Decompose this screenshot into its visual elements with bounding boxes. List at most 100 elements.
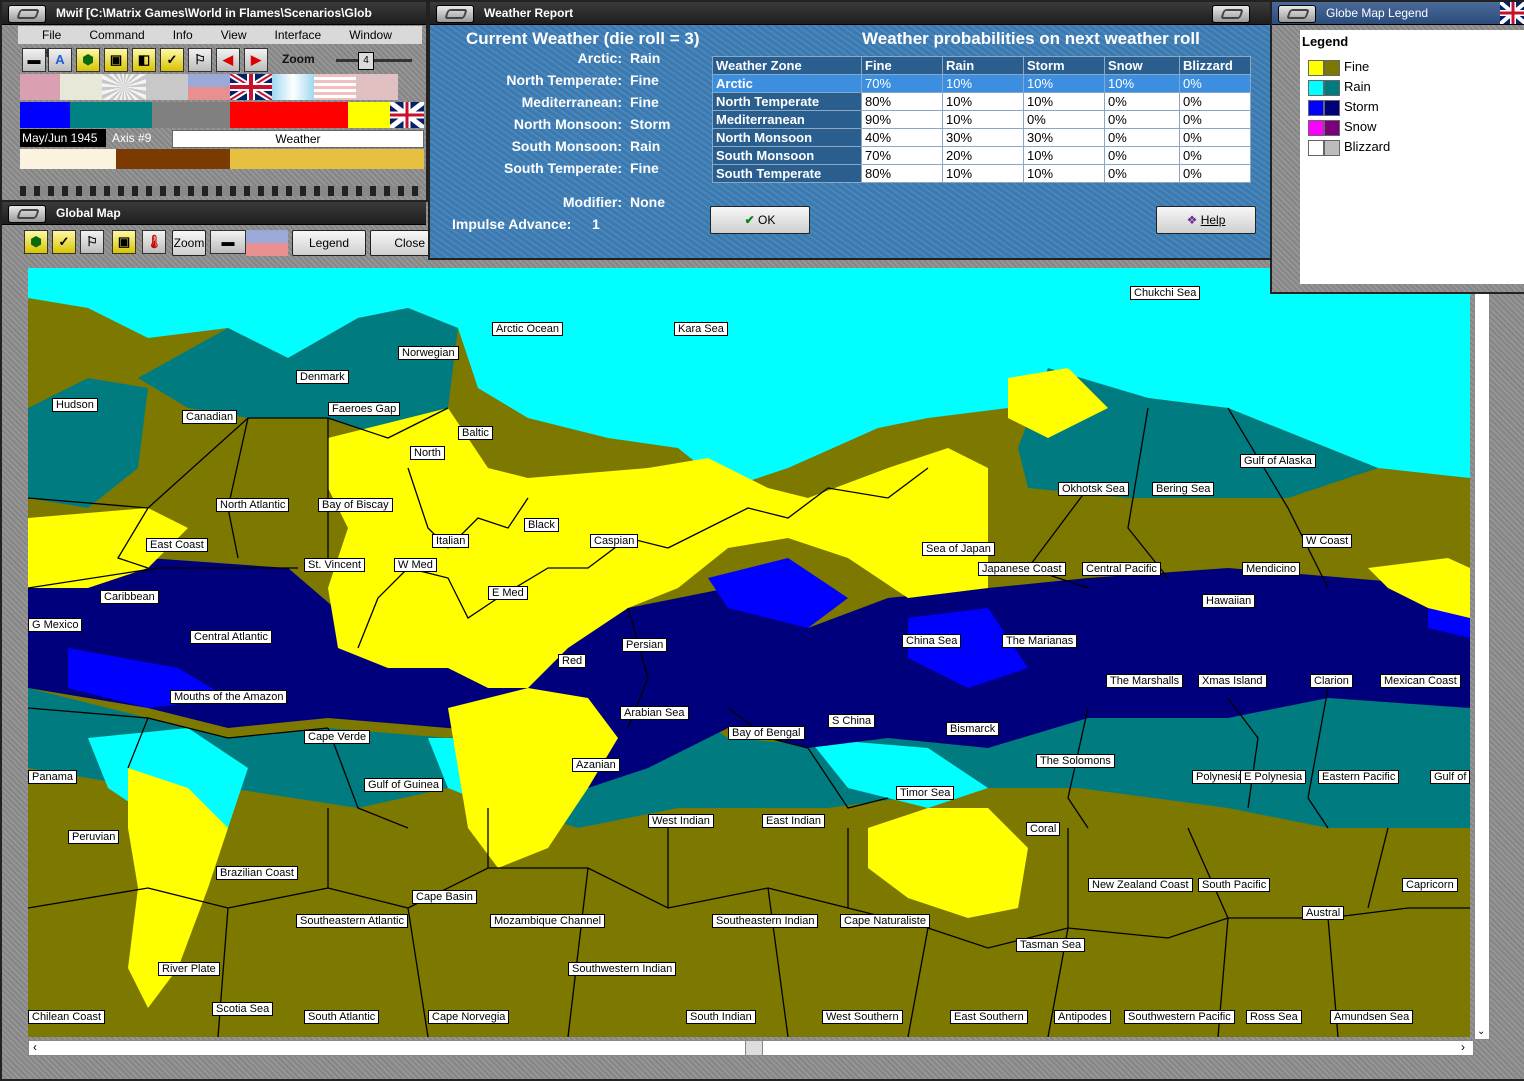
menu-info[interactable]: Info [173,26,193,44]
sea-area-label[interactable]: Central Atlantic [190,630,272,644]
sea-area-label[interactable]: St. Vincent [304,558,365,572]
sea-area-label[interactable]: Central Pacific [1082,562,1161,576]
sea-area-label[interactable]: Amundsen Sea [1330,1010,1414,1024]
flag-china[interactable] [188,74,230,100]
arrow-right-icon[interactable]: ▶ [244,48,268,72]
sea-area-label[interactable]: Xmas Island [1198,674,1267,688]
sea-area-label[interactable]: Chukchi Sea [1130,286,1201,300]
grid-icon[interactable]: ▣ [112,230,136,254]
flag-icon[interactable]: ⚐ [80,230,104,254]
sea-area-label[interactable]: Faeroes Gap [328,402,401,416]
sea-area-label[interactable]: Cape Naturaliste [840,914,930,928]
menu-command[interactable]: Command [89,26,144,44]
sea-area-label[interactable]: Southeastern Atlantic [296,914,408,928]
sea-area-label[interactable]: West Southern [822,1010,903,1024]
mode-display[interactable]: Weather [172,130,424,148]
sea-area-label[interactable]: E Polynesia [1240,770,1307,784]
sea-area-label[interactable]: Mexican Coast [1380,674,1461,688]
weather-icon[interactable]: ✓ [52,230,76,254]
sea-area-label[interactable]: Panama [28,770,77,784]
legend-window-menu-button[interactable] [1278,5,1316,23]
sea-area-label[interactable]: River Plate [158,962,220,976]
sea-area-label[interactable]: G Mexico [28,618,83,632]
sea-area-label[interactable]: Arabian Sea [620,706,689,720]
sea-area-label[interactable]: Norwegian [398,346,459,360]
sea-area-label[interactable]: Hudson [52,398,98,412]
sea-area-label[interactable]: Black [524,518,559,532]
sea-area-label[interactable]: Red [558,654,587,668]
global-map-window-menu-button[interactable] [8,205,46,223]
sea-area-label[interactable]: Eastern Pacific [1318,770,1400,784]
sea-area-label[interactable]: Okhotsk Sea [1058,482,1129,496]
scroll-down-icon[interactable]: ⌄ [1477,1026,1485,1037]
sea-area-label[interactable]: Bay of Biscay [318,498,393,512]
flag-uk-small[interactable] [388,100,426,130]
flag-grey[interactable] [146,74,188,100]
main-window-titlebar[interactable]: Mwif [C:\Matrix Games\World in Flames\Sc… [2,2,426,25]
sea-area-label[interactable]: Gulf of Alaska [1240,454,1316,468]
table-row[interactable]: South Monsoon 70% 20% 10% 0% 0% [712,146,1251,165]
flag-china-filter[interactable] [246,230,288,256]
weather-window-close-button[interactable] [1212,5,1250,23]
sea-area-label[interactable]: Cape Basin [412,890,477,904]
legend-button[interactable]: Legend [292,230,366,256]
sea-area-label[interactable]: E Med [488,586,528,600]
sea-area-label[interactable]: Cape Verde [304,730,371,744]
sea-area-label[interactable]: Sea of Japan [922,542,995,556]
text-a-icon[interactable]: A [48,48,72,72]
sea-area-label[interactable]: Bering Sea [1152,482,1215,496]
sea-area-label[interactable]: New Zealand Coast [1088,878,1193,892]
horizontal-scroll-thumb[interactable] [745,1041,763,1055]
menu-view[interactable]: View [221,26,247,44]
sea-area-label[interactable]: Clarion [1310,674,1353,688]
weather-window-menu-button[interactable] [436,5,474,23]
weather-report-titlebar[interactable]: Weather Report [430,2,1270,25]
sea-area-label[interactable]: Caribbean [100,590,159,604]
sea-area-label[interactable]: South Atlantic [304,1010,380,1024]
table-row[interactable]: Arctic 70% 10% 10% 10% 0% [712,74,1251,93]
sea-area-label[interactable]: Southeastern Indian [712,914,819,928]
sea-area-label[interactable]: Mouths of the Amazon [170,690,288,704]
sea-area-label[interactable]: East Indian [762,814,826,828]
sea-area-label[interactable]: Canadian [182,410,238,424]
sea-area-label[interactable]: North Atlantic [216,498,290,512]
sea-area-label[interactable]: The Solomons [1036,754,1115,768]
sea-area-label[interactable]: Scotia Sea [212,1002,274,1016]
sea-area-label[interactable]: Cape Norvegia [428,1010,510,1024]
help-button[interactable]: ❖ Help [1156,206,1256,234]
sea-area-label[interactable]: Antipodes [1054,1010,1111,1024]
table-row[interactable]: Mediterranean 90% 10% 0% 0% 0% [712,110,1251,129]
menu-window[interactable]: Window [349,26,392,44]
main-window-scrollbar[interactable] [20,186,420,196]
scroll-right-icon[interactable]: › [1461,1040,1465,1054]
unit-icon[interactable]: ▬ [22,48,46,72]
menu-interface[interactable]: Interface [275,26,322,44]
sea-area-label[interactable]: Bay of Bengal [728,726,805,740]
sea-area-label[interactable]: W Med [394,558,437,572]
sea-area-label[interactable]: Caspian [590,534,639,548]
horizontal-scrollbar[interactable]: ‹ › [28,1040,1474,1056]
sea-area-label[interactable]: South Indian [686,1010,756,1024]
sea-area-label[interactable]: Bismarck [946,722,1000,736]
sea-area-label[interactable]: Italian [432,534,470,548]
flag-japan-occupied[interactable] [20,74,60,100]
scroll-left-icon[interactable]: ‹ [33,1040,37,1054]
zoom-slider-track[interactable] [336,59,412,62]
table-row[interactable]: North Monsoon 40% 30% 30% 0% 0% [712,128,1251,147]
sea-area-label[interactable]: Peruvian [68,830,120,844]
flag-unit[interactable] [60,74,102,100]
ok-button[interactable]: ✔ OK [710,206,810,234]
sea-area-label[interactable]: Mendicino [1242,562,1301,576]
sea-area-label[interactable]: Denmark [296,370,349,384]
hex-icon[interactable]: ⬢ [76,48,100,72]
thermometer-icon[interactable]: 🌡 [142,230,166,254]
menu-file[interactable]: File [42,26,61,44]
sea-area-label[interactable]: Gulf of Guinea [364,778,443,792]
flag-uk[interactable] [228,71,274,103]
flag-ussr[interactable] [356,74,398,100]
world-weather-map[interactable]: Chukchi Sea Arctic Ocean Kara Sea Norwegian… [28,268,1470,1037]
map-icon[interactable]: ◧ [132,48,156,72]
sea-area-label[interactable]: Ross Sea [1246,1010,1302,1024]
table-row[interactable]: South Temperate 80% 10% 10% 0% 0% [712,164,1251,183]
sea-area-label[interactable]: S China [828,714,876,728]
